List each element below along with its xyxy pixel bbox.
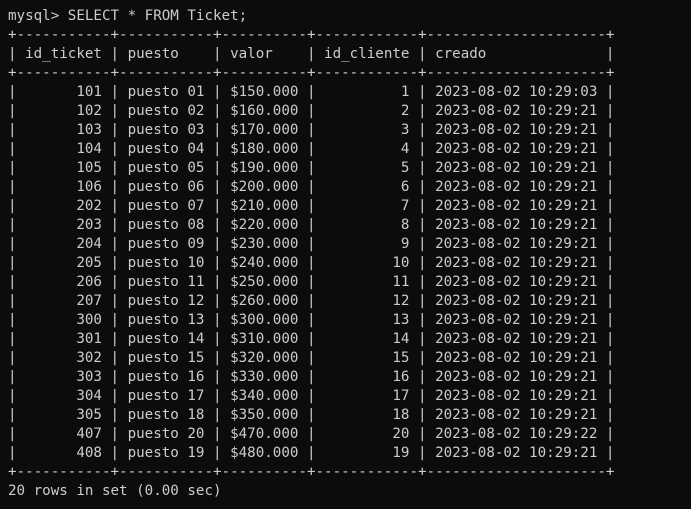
table-row: | 102 | puesto 02 | $160.000 | 2 | 2023-…	[8, 103, 615, 119]
table-header: | id_ticket | puesto | valor | id_client…	[8, 46, 615, 62]
table-row: | 104 | puesto 04 | $180.000 | 4 | 2023-…	[8, 141, 615, 157]
table-row: | 305 | puesto 18 | $350.000 | 18 | 2023…	[8, 407, 615, 423]
table-row: | 205 | puesto 10 | $240.000 | 10 | 2023…	[8, 255, 615, 271]
result-summary: 20 rows in set (0.00 sec)	[8, 483, 222, 499]
table-row: | 204 | puesto 09 | $230.000 | 9 | 2023-…	[8, 236, 615, 252]
table-row: | 103 | puesto 03 | $170.000 | 3 | 2023-…	[8, 122, 615, 138]
sql-command: SELECT * FROM Ticket;	[67, 8, 248, 24]
table-row: | 207 | puesto 12 | $260.000 | 12 | 2023…	[8, 293, 615, 309]
table-row: | 300 | puesto 13 | $300.000 | 13 | 2023…	[8, 312, 615, 328]
table-row: | 408 | puesto 19 | $480.000 | 19 | 2023…	[8, 445, 615, 461]
table-border-header: +-----------+-----------+----------+----…	[8, 65, 615, 81]
table-row: | 302 | puesto 15 | $320.000 | 15 | 2023…	[8, 350, 615, 366]
table-row: | 206 | puesto 11 | $250.000 | 11 | 2023…	[8, 274, 615, 290]
table-row: | 101 | puesto 01 | $150.000 | 1 | 2023-…	[8, 84, 615, 100]
table-row: | 407 | puesto 20 | $470.000 | 20 | 2023…	[8, 426, 615, 442]
command-line: mysql> SELECT * FROM Ticket;	[8, 7, 691, 26]
table-row: | 303 | puesto 16 | $330.000 | 16 | 2023…	[8, 369, 615, 385]
table-row: | 105 | puesto 05 | $190.000 | 5 | 2023-…	[8, 160, 615, 176]
table-border-bottom: +-----------+-----------+----------+----…	[8, 464, 615, 480]
table-row: | 106 | puesto 06 | $200.000 | 6 | 2023-…	[8, 179, 615, 195]
table-row: | 304 | puesto 17 | $340.000 | 17 | 2023…	[8, 388, 615, 404]
table-row: | 301 | puesto 14 | $310.000 | 14 | 2023…	[8, 331, 615, 347]
mysql-prompt: mysql>	[8, 8, 68, 24]
table-row: | 202 | puesto 07 | $210.000 | 7 | 2023-…	[8, 198, 615, 214]
terminal-window[interactable]: mysql> SELECT * FROM Ticket; +----------…	[0, 0, 691, 509]
table-border-top: +-----------+-----------+----------+----…	[8, 27, 615, 43]
table-row: | 203 | puesto 08 | $220.000 | 8 | 2023-…	[8, 217, 615, 233]
